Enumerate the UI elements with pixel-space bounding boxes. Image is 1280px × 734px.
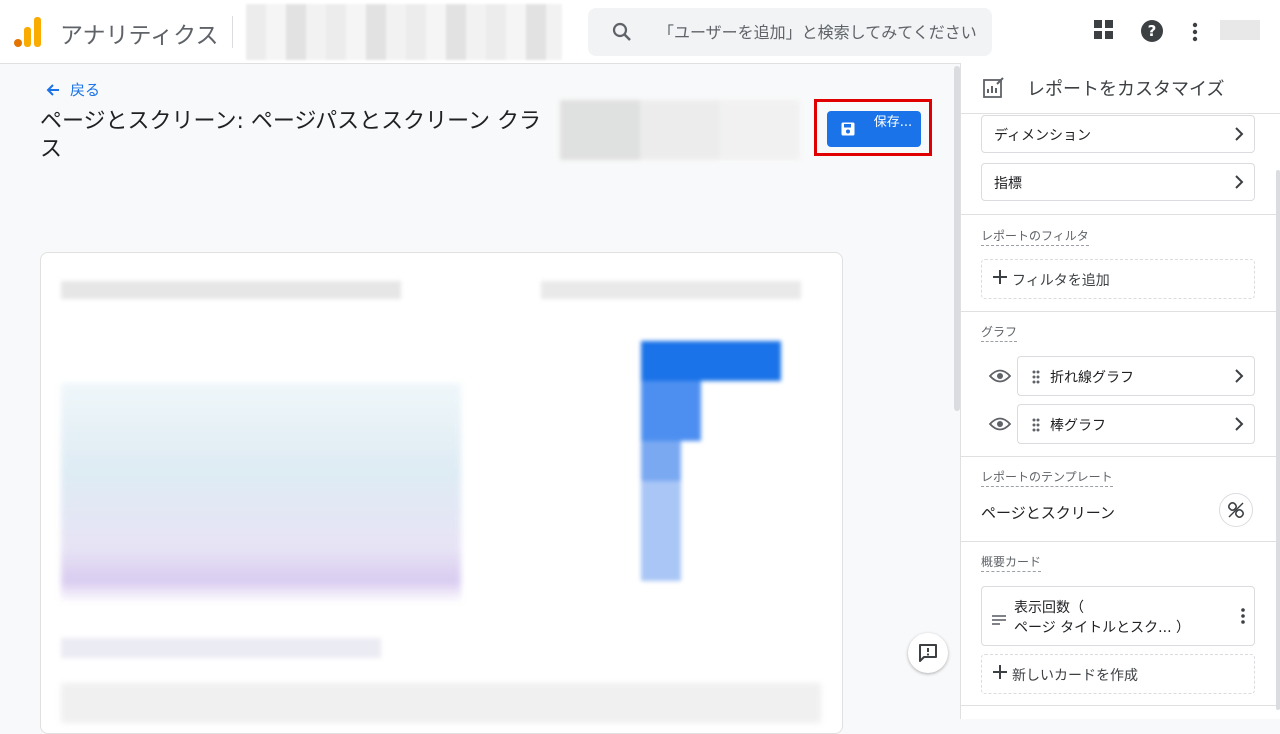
divider <box>961 541 1280 542</box>
line-chart-blurred <box>61 383 461 603</box>
help-icon[interactable]: ? <box>1141 20 1163 46</box>
chevron-right-icon <box>1234 416 1244 436</box>
divider <box>961 705 1280 706</box>
report-card <box>40 252 843 734</box>
account-selector[interactable] <box>246 4 562 60</box>
short-text-icon <box>992 611 1006 630</box>
search-icon <box>610 20 634 48</box>
back-label: 戻る <box>70 81 101 99</box>
table-blurred <box>61 683 821 723</box>
create-card-label: 新しいカードを作成 <box>1012 668 1138 684</box>
save-label: 保存... <box>873 115 913 130</box>
divider <box>961 214 1280 215</box>
comparison-chip[interactable] <box>560 100 800 160</box>
add-filter-button[interactable]: フィルタを追加 <box>981 259 1255 299</box>
metrics-label: 指標 <box>994 176 1022 192</box>
chevron-right-icon <box>1234 368 1244 388</box>
feedback-button[interactable] <box>908 633 948 673</box>
template-section-label: レポートのテンプレート <box>981 468 1113 487</box>
metrics-selector[interactable]: 指標 <box>981 163 1255 201</box>
report-edit-icon <box>983 77 1005 103</box>
bar-chart-option[interactable]: 棒グラフ <box>1017 404 1255 444</box>
add-filter-label: フィルタを追加 <box>1012 273 1110 289</box>
chart-title-blurred <box>61 281 401 299</box>
save-highlight-box: 保存... <box>814 99 932 156</box>
feedback-icon <box>919 644 937 662</box>
panel-header: レポートをカスタマイズ <box>961 63 1280 114</box>
legend-blurred <box>61 638 381 658</box>
plus-icon <box>992 664 1008 684</box>
chevron-right-icon <box>1234 126 1244 146</box>
bar-chart-blurred <box>641 323 781 583</box>
graph-section-label: グラフ <box>981 323 1018 342</box>
save-icon <box>841 122 855 140</box>
drag-handle-icon[interactable] <box>1032 417 1040 436</box>
template-name: ページとスクリーン <box>981 504 1115 522</box>
customize-panel: レポートをカスタマイズ ディメンション 指標 レポートのフィルタ フィルタを追加… <box>960 63 1280 719</box>
page-title: ページとスクリーン: ページパスとスクリーン クラス <box>40 109 542 162</box>
plus-icon <box>992 269 1008 289</box>
svg-text:?: ? <box>1148 22 1157 40</box>
avatar[interactable] <box>1220 20 1260 40</box>
more-vert-icon[interactable] <box>1192 22 1198 46</box>
more-vert-icon[interactable] <box>1240 607 1246 629</box>
create-card-button[interactable]: 新しいカードを作成 <box>981 654 1255 694</box>
summary-card[interactable]: 表示回数（ ページ タイトルとスク... ） <box>981 586 1255 646</box>
eye-icon[interactable] <box>988 368 1012 387</box>
link-off-icon <box>1227 501 1245 519</box>
top-bar: アナリティクス ? <box>0 0 1280 64</box>
app-title: アナリティクス <box>60 23 219 49</box>
eye-icon[interactable] <box>988 416 1012 435</box>
bar-chart-title-blurred <box>541 281 801 299</box>
divider <box>232 16 233 48</box>
summary-card-title: 表示回数（ <box>1014 600 1084 616</box>
arrow-back-icon <box>46 83 59 96</box>
search-input[interactable] <box>656 18 980 46</box>
divider <box>961 311 1280 312</box>
dimension-selector[interactable]: ディメンション <box>981 115 1255 153</box>
unlink-template-button[interactable] <box>1219 493 1253 527</box>
apps-grid-icon[interactable] <box>1094 20 1114 44</box>
back-link[interactable]: 戻る <box>46 79 100 100</box>
divider <box>961 456 1280 457</box>
save-button[interactable]: 保存... <box>827 111 921 147</box>
dimension-label: ディメンション <box>994 128 1092 144</box>
search-bar[interactable] <box>588 8 992 56</box>
drag-handle-icon[interactable] <box>1032 369 1040 388</box>
analytics-logo-icon[interactable] <box>14 17 42 47</box>
panel-scrollbar[interactable] <box>1276 170 1280 710</box>
summary-card-subtitle: ページ タイトルとスク... ） <box>1014 620 1190 636</box>
chevron-right-icon <box>1234 174 1244 194</box>
filter-section-label: レポートのフィルタ <box>981 227 1089 246</box>
panel-title: レポートをカスタマイズ <box>1027 79 1225 100</box>
graph-option-label: 棒グラフ <box>1050 418 1106 434</box>
summary-section-label: 概要カード <box>981 553 1042 572</box>
line-chart-option[interactable]: 折れ線グラフ <box>1017 356 1255 396</box>
graph-option-label: 折れ線グラフ <box>1050 370 1134 386</box>
